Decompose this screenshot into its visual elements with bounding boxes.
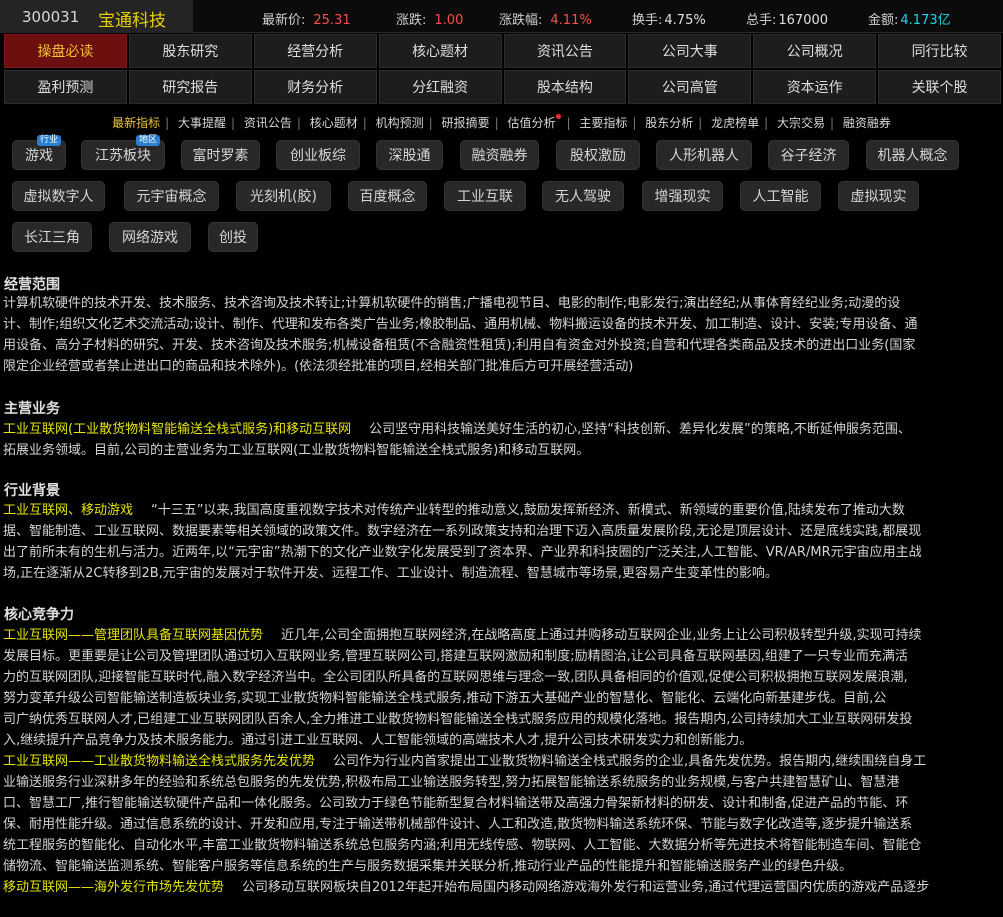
- concept-tag[interactable]: 股权激励: [556, 140, 640, 170]
- subnav-item[interactable]: 主要指标: [578, 114, 628, 131]
- concept-tag[interactable]: 光刻机(胶): [236, 181, 331, 211]
- concept-tag[interactable]: 融资融券: [460, 140, 539, 170]
- nav-btn-guben[interactable]: 股本结构: [503, 70, 627, 104]
- subnav-item[interactable]: 融资融券: [842, 114, 892, 131]
- quote-turnover: 换手: 4.75%: [632, 13, 706, 28]
- core-text: 工业互联网——管理团队具备互联网基因优势 近几年,公司全面拥抱互联网经济,在战略高…: [3, 628, 930, 895]
- subnav-item[interactable]: 大事提醒: [177, 114, 227, 131]
- quote-amount: 金额: 4.173亿: [868, 13, 951, 28]
- subnav-item[interactable]: 机构预测: [375, 114, 425, 131]
- subnav-item[interactable]: 核心题材: [309, 114, 359, 131]
- quote-change: 涨跌: 1.00: [396, 13, 464, 28]
- quote-header: 300031 宝通科技 最新价: 25.31 涨跌: 1.00 涨跌幅: 4.11% …: [0, 0, 1003, 33]
- concept-tag[interactable]: 人工智能: [740, 181, 821, 211]
- nav-btn-guanlian[interactable]: 关联个股: [878, 70, 1001, 104]
- section-title-core: 核心竞争力: [4, 607, 74, 623]
- concept-tag[interactable]: 机器人概念: [866, 140, 959, 170]
- concept-tag[interactable]: 谷子经济: [768, 140, 849, 170]
- nav-btn-zixun[interactable]: 资讯公告: [503, 34, 627, 68]
- subnav-item[interactable]: 龙虎榜单: [710, 114, 760, 131]
- subnav-item[interactable]: 大宗交易: [776, 114, 826, 131]
- concept-tag[interactable]: 百度概念: [348, 181, 427, 211]
- concept-tag[interactable]: 富时罗素: [181, 140, 260, 170]
- concept-tag[interactable]: 创投: [208, 222, 258, 252]
- concept-tag[interactable]: 虚拟现实: [838, 181, 919, 211]
- concept-tag[interactable]: 增强现实: [642, 181, 723, 211]
- industry-badge: 行业: [36, 135, 61, 146]
- main-nav-row-2: 盈利预测 研究报告 财务分析 分红融资 股本结构 公司高管 资本运作 关联个股: [4, 70, 1003, 104]
- concept-tag[interactable]: 人形机器人: [656, 140, 752, 170]
- nav-btn-dashi[interactable]: 公司大事: [628, 34, 752, 68]
- quote-price: 最新价: 25.31: [262, 13, 351, 28]
- nav-btn-gudong[interactable]: 股东研究: [128, 34, 252, 68]
- concept-tag[interactable]: 元宇宙概念: [124, 181, 219, 211]
- new-dot-icon: [556, 114, 562, 119]
- main-nav-row-1: 操盘必读 股东研究 经营分析 核心题材 资讯公告 公司大事 公司概况 同行比较: [4, 34, 1003, 68]
- stock-id-box: 300031 宝通科技: [0, 0, 193, 33]
- subnav-item[interactable]: 资讯公告: [243, 114, 293, 131]
- concept-tag[interactable]: 工业互联: [444, 181, 526, 211]
- concept-tag[interactable]: 虚拟数字人: [12, 181, 105, 211]
- subnav-item[interactable]: 最新指标: [111, 114, 161, 131]
- quote-change-pct: 涨跌幅: 4.11%: [499, 13, 592, 28]
- nav-btn-ziben[interactable]: 资本运作: [753, 70, 877, 104]
- nav-btn-gaoguan[interactable]: 公司高管: [628, 70, 752, 104]
- nav-btn-yanjiu[interactable]: 研究报告: [128, 70, 252, 104]
- nav-btn-caiwu[interactable]: 财务分析: [253, 70, 377, 104]
- section-title-scope: 经营范围: [4, 277, 60, 293]
- nav-btn-ticai[interactable]: 核心题材: [378, 34, 502, 68]
- industry-text: 工业互联网、移动游戏 “十三五”以来,我国高度重视数字技术对传统产业转型的推动意义…: [3, 503, 922, 581]
- nav-btn-jingying[interactable]: 经营分析: [253, 34, 377, 68]
- section-title-main-business: 主营业务: [4, 401, 60, 417]
- nav-btn-caopan[interactable]: 操盘必读: [4, 34, 127, 68]
- concept-tag[interactable]: 无人驾驶: [542, 181, 624, 211]
- stock-name: 宝通科技: [98, 11, 166, 31]
- subnav-item[interactable]: 研报摘要: [441, 114, 491, 131]
- concept-tag[interactable]: 游戏 行业: [12, 135, 66, 170]
- subnav-item[interactable]: 股东分析: [644, 114, 694, 131]
- concept-tag[interactable]: 深股通: [376, 140, 443, 170]
- main-business-text: 工业互联网(工业散货物料智能输送全栈式服务)和移动互联网 公司坚守用科技输送美好生…: [3, 422, 911, 458]
- region-badge: 地区: [135, 135, 160, 146]
- nav-btn-fenhong[interactable]: 分红融资: [378, 70, 502, 104]
- concept-tag[interactable]: 网络游戏: [109, 222, 191, 252]
- subnav-item[interactable]: 估值分析: [506, 114, 562, 131]
- nav-btn-gaikuang[interactable]: 公司概况: [753, 34, 877, 68]
- sub-nav: 最新指标 | 大事提醒 | 资讯公告 | 核心题材 | 机构预测 | 研报摘要 | 估值分析…: [111, 114, 892, 131]
- stock-code: 300031: [22, 8, 80, 26]
- quote-volume: 总手: 167000: [746, 13, 829, 28]
- nav-btn-tonghang[interactable]: 同行比较: [878, 34, 1001, 68]
- section-title-industry: 行业背景: [4, 483, 60, 499]
- concept-tag[interactable]: 长江三角: [12, 222, 92, 252]
- scope-text: 计算机软硬件的技术开发、技术服务、技术咨询及技术转让;计算机软硬件的销售;广播电…: [3, 296, 918, 374]
- concept-tag[interactable]: 创业板综: [276, 140, 360, 170]
- nav-btn-yingli[interactable]: 盈利预测: [4, 70, 127, 104]
- concept-tag[interactable]: 江苏板块 地区: [81, 135, 165, 170]
